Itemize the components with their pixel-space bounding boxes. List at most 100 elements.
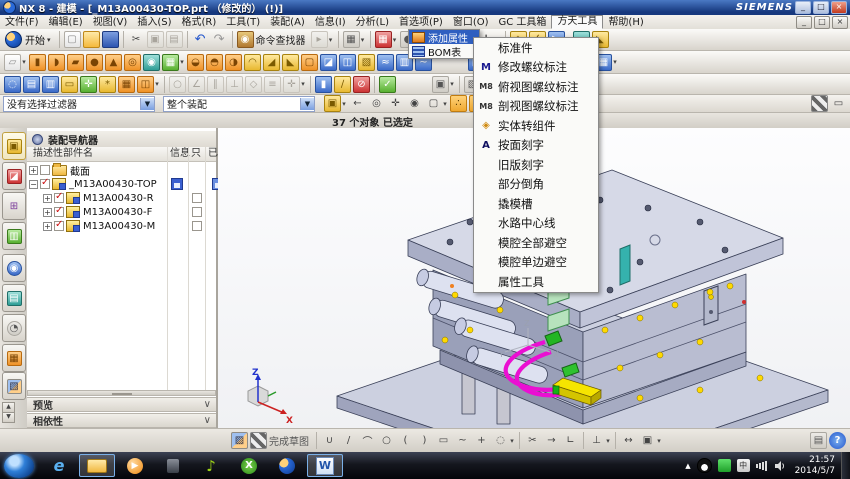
expand-icon[interactable]: + [43,208,52,217]
finish-flag-icon[interactable] [250,432,267,449]
sequence-icon[interactable]: ▣ [432,76,449,93]
read-only-checkbox[interactable] [192,193,202,203]
sketch-task-environment-icon[interactable]: ▨ [231,432,248,449]
column-read-only[interactable]: 只 [191,147,201,161]
menu-view[interactable]: 视图(V) [88,16,133,29]
constraint-navigator-tab[interactable]: ◪ [2,162,26,190]
cone-icon[interactable]: ▲ [105,54,122,71]
dropdown-arrow-icon[interactable]: ▾ [299,76,307,93]
start-orb[interactable] [4,454,34,478]
keyboard-icon[interactable]: ▤ [810,432,827,449]
menu-item-top-view-thread-callout[interactable]: M8俯视图螺纹标注 [474,77,598,97]
sphere-primitive-icon[interactable]: ● [86,54,103,71]
pin-icon[interactable] [32,134,43,145]
display-constraints-icon[interactable]: ▣ [639,432,656,449]
taskbar-clock[interactable]: 21:57 2014/5/7 [795,455,835,477]
wave-geometry-linker-icon[interactable]: ▮ [315,76,332,93]
menu-window[interactable]: 窗口(O) [448,16,494,29]
taskbar-device-manager[interactable] [155,454,191,477]
cut-icon[interactable]: ✂ [128,31,145,48]
reuse-library-tab[interactable]: ▥ [2,222,26,250]
shell-icon[interactable]: ▢ [301,54,318,71]
window-layout-icon[interactable]: ▦ [375,31,392,48]
part-navigator-tab[interactable]: ⊞ [2,192,26,220]
studio-spline-icon[interactable]: ~ [454,432,471,449]
expand-icon[interactable]: + [29,166,38,175]
column-info[interactable]: 信息 [170,147,190,161]
offset-curve-icon[interactable]: ◌ [492,432,509,449]
dropdown-arrow-icon[interactable]: ▾ [655,432,663,449]
menu-gc-toolbox[interactable]: GC 工具箱 [494,16,552,29]
menu-item-attribute-tools[interactable]: 属性工具 [474,272,598,292]
dropdown-arrow-icon[interactable]: ▾ [153,76,161,93]
taskbar-media-player[interactable]: ▶ [117,454,153,477]
menu-format[interactable]: 格式(R) [177,16,222,29]
boss-icon[interactable]: ◉ [143,54,160,71]
dropdown-arrow-icon[interactable]: ▾ [441,95,449,112]
dependencies-section-bar[interactable]: 相依性 ∨ [27,413,216,428]
taskbar-word[interactable]: W [307,454,343,477]
revolve-icon[interactable]: ◗ [48,54,65,71]
column-descriptive-part-name[interactable]: 描述性部件名 [33,147,93,161]
selection-scope-icon[interactable]: ▣ [324,95,341,112]
volume-icon[interactable] [774,460,786,472]
rectangle-select-icon[interactable]: ▢ [425,95,442,112]
collapse-icon[interactable]: − [29,180,38,189]
menu-item-engrave-on-face[interactable]: A按面刻字 [474,136,598,156]
read-only-checkbox[interactable] [192,221,202,231]
command-finder-icon[interactable]: ◉ [237,31,254,48]
edit-component-icon[interactable]: ∕ [334,76,351,93]
snap-grid-icon[interactable] [811,95,828,112]
menu-item-solid-to-component[interactable]: ◈实体转组件 [474,116,598,136]
menu-item-standard-parts[interactable]: 标准件 [474,38,598,58]
expand-icon[interactable]: + [43,194,52,203]
find-component-icon[interactable]: ◌ [4,76,21,93]
materials-tab[interactable]: ▧ [2,372,26,400]
point-tool-icon[interactable]: + [473,432,490,449]
constraint-fix-icon[interactable]: ✛ [283,76,300,93]
menu-item-cavity-single-side-relief[interactable]: 模腔单边避空 [474,253,598,273]
menu-item-water-line-centerline[interactable]: 水路中心线 [474,214,598,234]
selection-filter-dropdown[interactable]: 没有选择过滤器 ▼ [3,96,155,112]
tree-row-component-f[interactable]: + ✓ M13A00430-F [27,205,230,219]
menu-edit[interactable]: 编辑(E) [44,16,88,29]
undo-selection-icon[interactable]: ← [349,95,366,112]
dropdown-arrow-icon[interactable]: ▾ [340,95,348,112]
history-tab[interactable]: ◔ [2,314,26,342]
paste-icon[interactable]: ▤ [166,31,183,48]
offset-surface-icon[interactable]: ▧ [358,54,375,71]
command-finder-label[interactable]: 命令查找器 [256,32,306,47]
subtract-icon[interactable]: ◓ [206,54,223,71]
dropdown-arrow-icon[interactable]: ▾ [20,54,28,71]
constraint-touch-icon[interactable]: ○ [169,76,186,93]
assembly-verify-icon[interactable]: ✓ [379,76,396,93]
ime-icon[interactable]: 中 [737,459,750,472]
fillet-right-icon[interactable]: ) [416,432,433,449]
start-button[interactable]: 开始 ▾ [3,31,56,48]
mirror-assembly-icon[interactable]: ◫ [137,76,154,93]
menu-information[interactable]: 信息(I) [310,16,351,29]
quick-trim-icon[interactable]: ✂ [524,432,541,449]
minimize-button[interactable]: _ [795,1,811,14]
add-component-icon[interactable]: ✛ [80,76,97,93]
finish-sketch-button[interactable]: 完成草图 [269,433,309,448]
menu-fangtian-tools[interactable]: 方天工具 [551,15,603,29]
make-corner-icon[interactable]: ∟ [562,432,579,449]
restore-button[interactable]: □ [813,1,829,14]
rectangle-tool-icon[interactable]: ▭ [435,432,452,449]
dropdown-arrow-icon[interactable]: ▼ [300,98,314,110]
snap-point-icon[interactable]: ∴ [450,95,467,112]
menu-item-section-view-thread-callout[interactable]: M8剖视图螺纹标注 [474,97,598,117]
selection-scope-dropdown[interactable]: 整个装配 ▼ [163,96,315,112]
trim-body-icon[interactable]: ◪ [320,54,337,71]
help-icon[interactable]: ? [829,432,846,449]
interference-check-icon[interactable]: ⊘ [353,76,370,93]
dropdown-arrow-icon[interactable]: ▾ [611,54,619,71]
touch-mode-icon[interactable]: ▦ [343,31,360,48]
qq-icon[interactable] [697,458,712,473]
profile-icon[interactable]: ∪ [321,432,338,449]
show-desktop-button[interactable] [841,452,850,479]
tree-row-component-m[interactable]: + ✓ M13A00430-M [27,219,230,233]
taskbar-kingsoft[interactable]: X [231,454,267,477]
network-signal-icon[interactable] [756,461,768,471]
